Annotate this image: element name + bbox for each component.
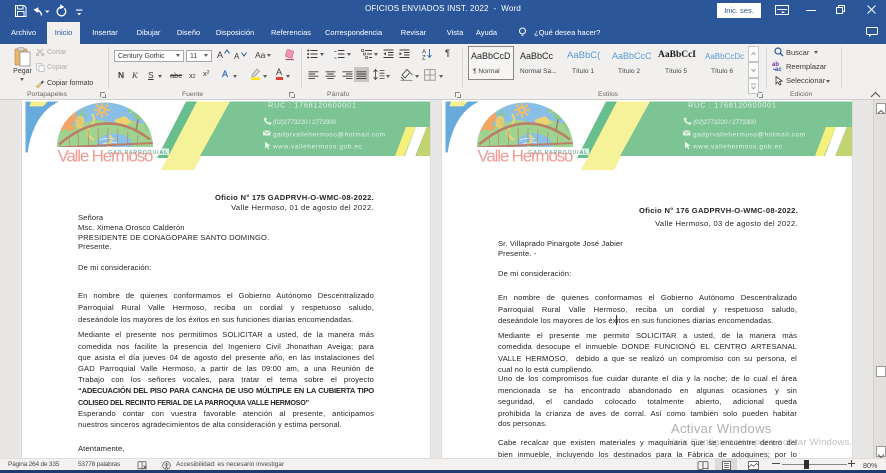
svg-text:(02)2773220 / 2773300: (02)2773220 / 2773300	[273, 119, 336, 126]
svg-text:Valle Hermoso: Valle Hermoso	[478, 147, 574, 166]
svg-text:Valle Hermoso: Valle Hermoso	[58, 147, 154, 166]
svg-text:RUC : 1768120600001: RUC : 1768120600001	[268, 101, 356, 110]
svg-text:gadprvallehermoso@hotmail.com: gadprvallehermoso@hotmail.com	[273, 132, 385, 139]
svg-text:www.vallehermoso.gob.ec: www.vallehermoso.gob.ec	[692, 144, 783, 151]
svg-text:(02)2773220 / 2773300: (02)2773220 / 2773300	[693, 119, 756, 126]
svg-text:ac: ac	[775, 67, 782, 71]
svg-text:gadprvallehermoso@hotmail.com: gadprvallehermoso@hotmail.com	[693, 132, 805, 139]
svg-text:RUC : 1768120600001: RUC : 1768120600001	[688, 101, 776, 110]
svg-text:Z: Z	[422, 56, 426, 61]
svg-text:www.vallehermoso.gob.ec: www.vallehermoso.gob.ec	[272, 144, 363, 151]
